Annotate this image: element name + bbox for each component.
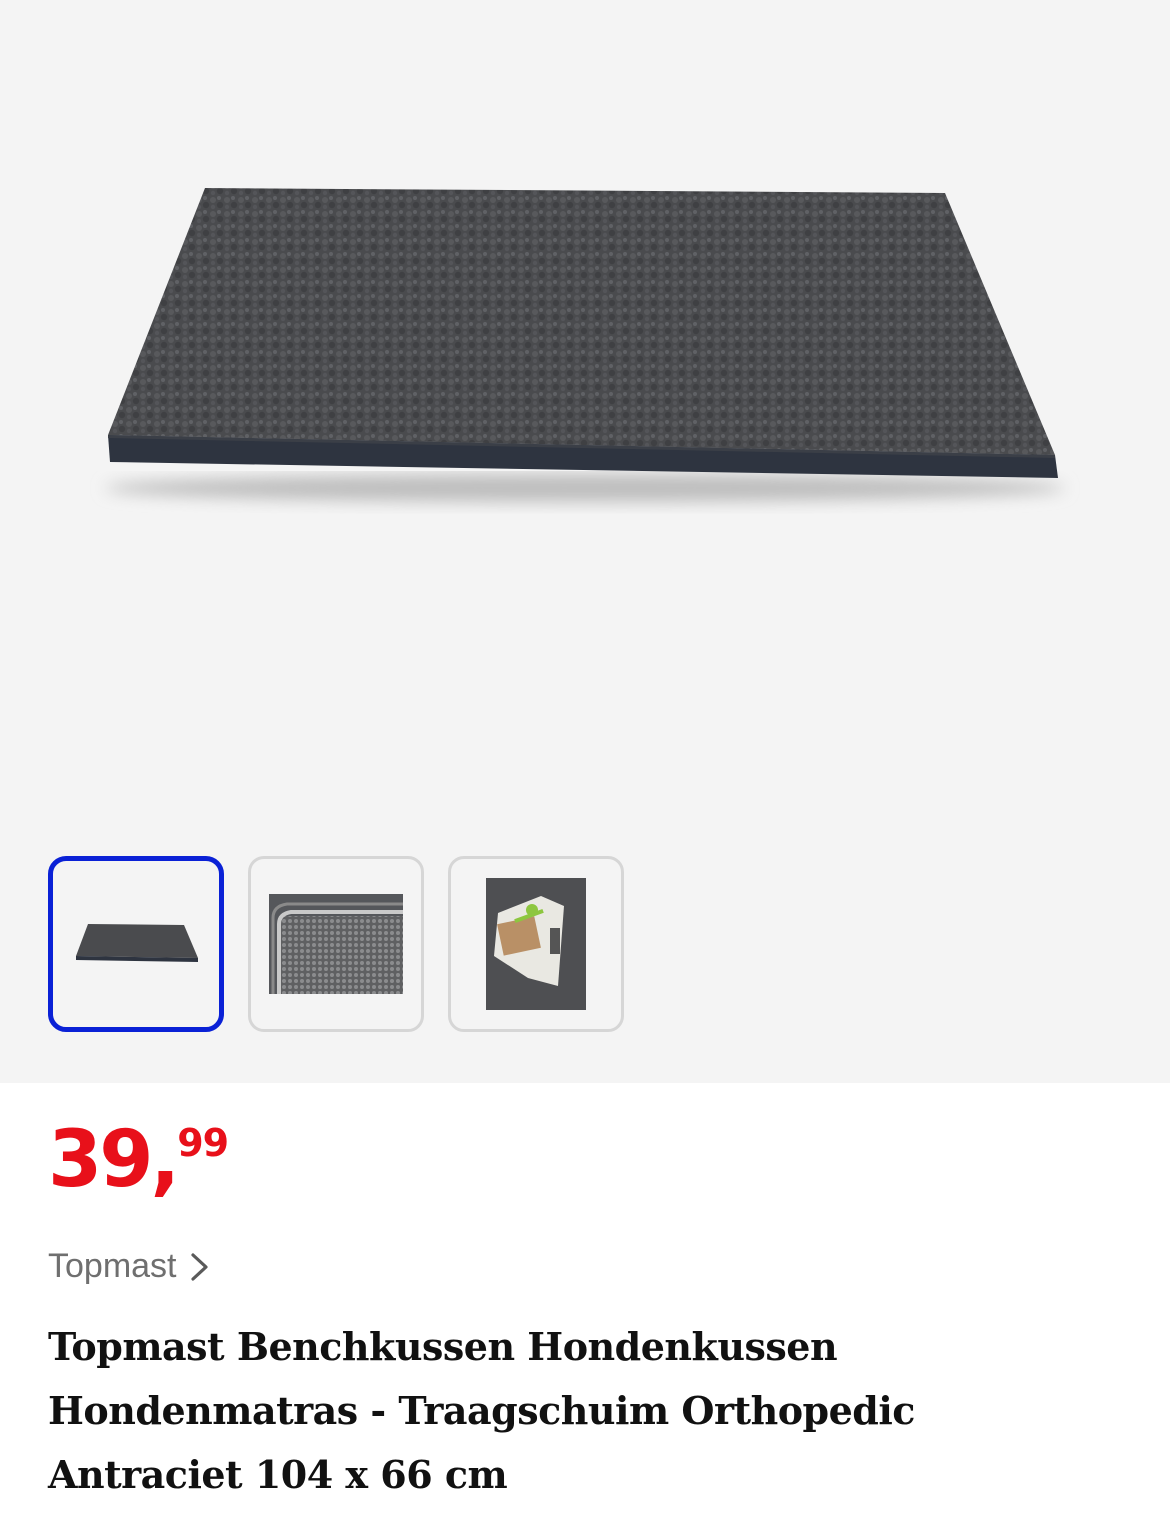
product-info: 39,99 Topmast Topmast Benchkussen Honden… <box>0 1083 1170 1514</box>
thumbnail-label-image <box>486 878 586 1010</box>
product-price: 39,99 <box>48 1115 229 1205</box>
product-gallery <box>0 0 1170 1083</box>
thumbnail-label-packaging[interactable] <box>448 856 624 1032</box>
price-whole: 39, <box>48 1115 180 1205</box>
price-cents: 99 <box>177 1121 229 1165</box>
thumbnail-zipper-image <box>269 894 403 994</box>
main-product-image[interactable] <box>0 0 1170 840</box>
thumbnail-mattress[interactable] <box>48 856 224 1032</box>
thumbnail-zipper-detail[interactable] <box>248 856 424 1032</box>
product-title: Topmast Benchkussen Hondenkussen Hondenm… <box>48 1324 915 1497</box>
thumbnail-mattress-image <box>76 924 198 962</box>
brand-name: Topmast <box>48 1247 177 1285</box>
brand-link[interactable]: Topmast <box>48 1247 213 1286</box>
thumbnail-strip <box>48 856 624 1032</box>
chevron-right-icon <box>190 1252 208 1281</box>
